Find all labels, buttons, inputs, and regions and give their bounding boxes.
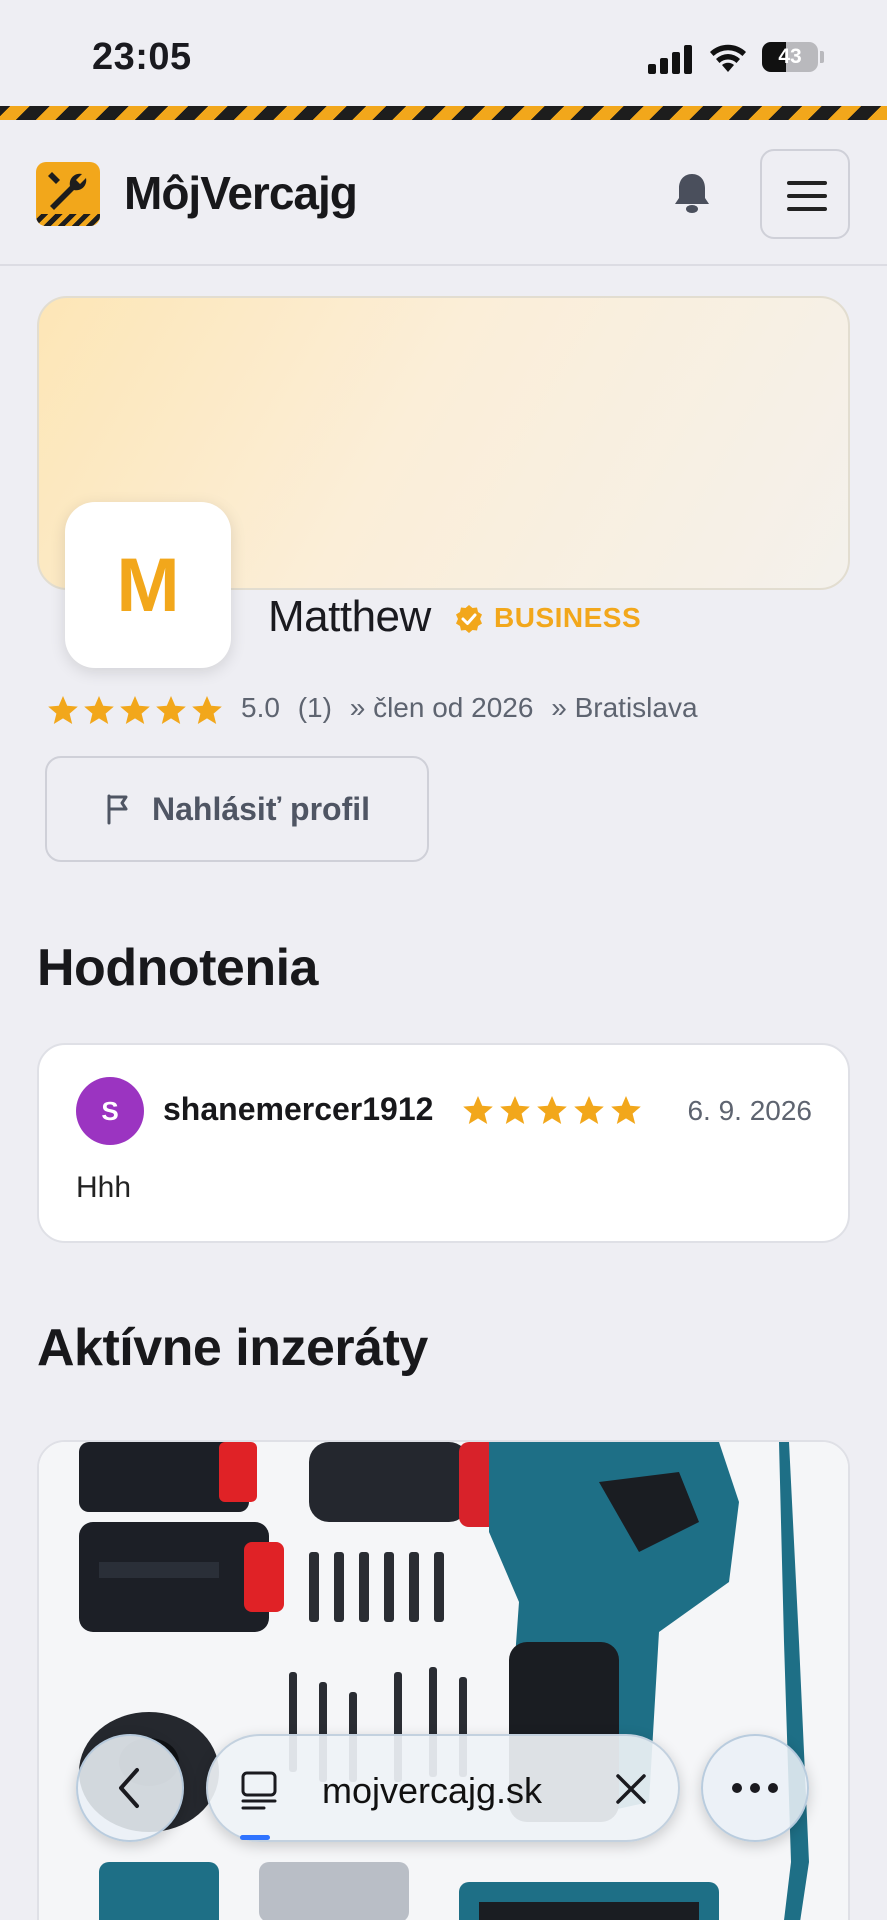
report-profile-button[interactable]: Nahlásiť profil — [45, 756, 429, 862]
reviewer-avatar[interactable]: S — [76, 1077, 144, 1145]
star-icon — [48, 696, 78, 724]
profile-name: Matthew — [268, 592, 431, 641]
cellular-signal-icon — [648, 44, 694, 74]
battery-icon: 43 — [762, 42, 818, 72]
profile-meta: 5.0 (1) » člen od 2026 » Bratislava — [241, 692, 708, 724]
review-text: Hhh — [76, 1171, 132, 1204]
rating-value: 5.0 — [241, 692, 280, 723]
member-since: » člen od 2026 — [349, 692, 534, 723]
verified-badge-icon — [456, 605, 482, 633]
tabs-icon[interactable] — [240, 1770, 278, 1810]
site-header: MôjVercajg — [0, 120, 887, 266]
reviewer-username[interactable]: shanemercer1912 — [163, 1091, 433, 1128]
star-icon — [84, 696, 114, 724]
reviews-heading: Hodnotenia — [37, 939, 318, 997]
business-badge: BUSINESS — [494, 602, 642, 633]
listing-card[interactable] — [37, 1440, 850, 1920]
wifi-icon — [710, 44, 746, 72]
wrench-logo-icon[interactable] — [36, 162, 100, 226]
more-options-button[interactable] — [701, 1734, 809, 1842]
profile-location: » Bratislava — [551, 692, 698, 723]
battery-tip — [820, 51, 824, 63]
review-card: S shanemercer1912 6. 9. 2026 Hhh — [37, 1043, 850, 1243]
profile-avatar: M — [65, 502, 231, 668]
url-text[interactable]: mojvercajg.sk — [322, 1770, 542, 1812]
star-icon — [611, 1096, 641, 1124]
listing-photo[interactable] — [39, 1442, 850, 1920]
star-icon — [156, 696, 186, 724]
review-rating-stars — [461, 1093, 646, 1127]
star-icon — [463, 1096, 493, 1124]
battery-percentage: 43 — [778, 45, 802, 68]
address-bar[interactable]: mojvercajg.sk — [206, 1734, 680, 1842]
rating-count: (1) — [297, 692, 332, 723]
star-icon — [192, 696, 222, 724]
listings-heading: Aktívne inzeráty — [37, 1319, 428, 1377]
profile-rating-stars — [46, 692, 226, 728]
chevron-left-icon — [119, 1768, 139, 1808]
review-date: 6. 9. 2026 — [687, 1095, 812, 1126]
star-icon — [574, 1096, 604, 1124]
star-icon — [500, 1096, 530, 1124]
status-bar: 23:05 43 — [0, 0, 887, 106]
star-icon — [120, 696, 150, 724]
bell-icon[interactable] — [670, 170, 714, 216]
hamburger-menu-button[interactable] — [760, 149, 850, 239]
report-profile-label: Nahlásiť profil — [151, 790, 371, 827]
brand-name[interactable]: MôjVercajg — [124, 166, 358, 220]
star-icon — [537, 1096, 567, 1124]
status-time: 23:05 — [92, 36, 192, 78]
back-button[interactable] — [76, 1734, 184, 1842]
ellipsis-icon — [732, 1783, 778, 1793]
page-load-progress — [240, 1835, 270, 1840]
close-icon[interactable] — [614, 1772, 648, 1806]
flag-icon — [107, 794, 128, 825]
hazard-stripe — [0, 106, 887, 120]
